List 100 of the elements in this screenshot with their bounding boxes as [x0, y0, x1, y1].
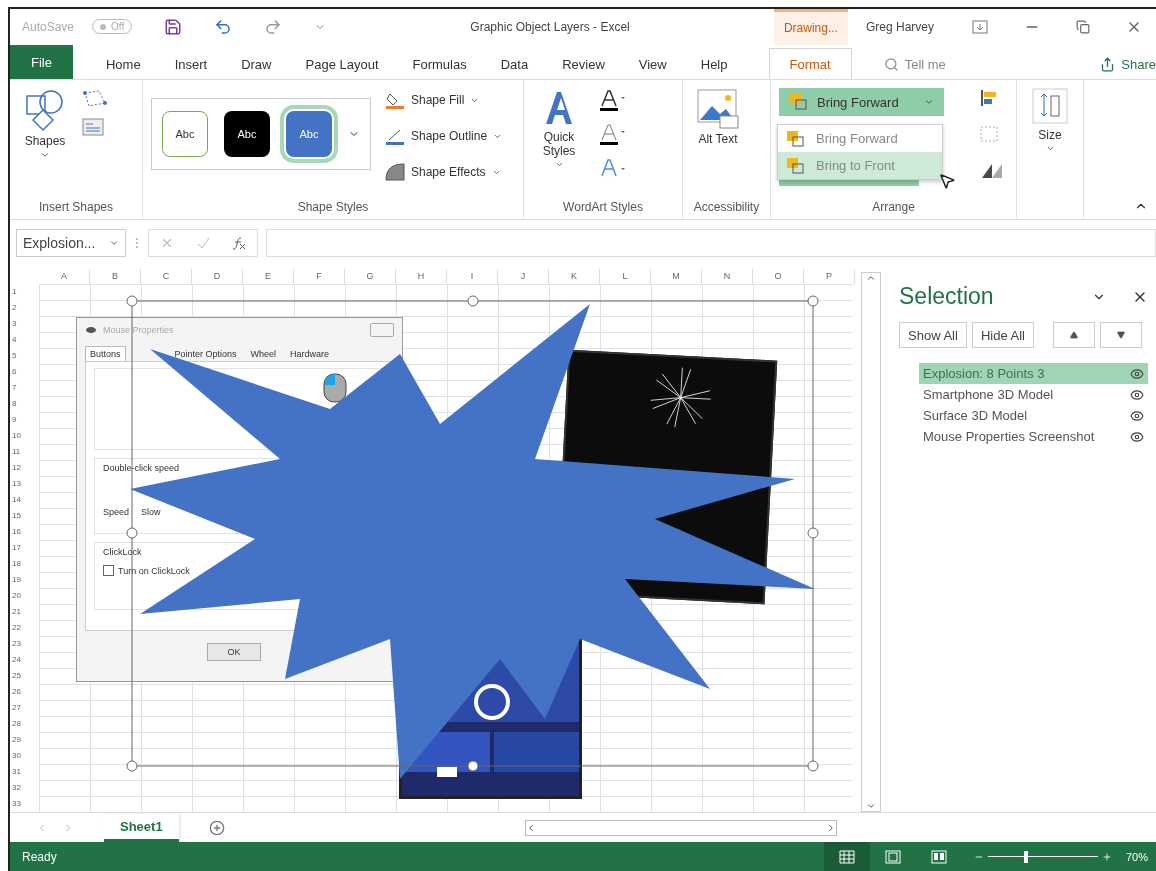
row-header[interactable]: 21	[10, 604, 39, 621]
row-header[interactable]: 16	[10, 524, 39, 541]
column-header[interactable]: G	[345, 269, 396, 285]
share-button[interactable]: Share	[1100, 49, 1156, 80]
quick-styles-button[interactable]: Quick Styles	[532, 88, 586, 170]
shape-command[interactable]: Shape Effects	[385, 160, 503, 185]
ribbon-display-icon[interactable]	[972, 19, 988, 34]
column-header[interactable]: N	[702, 269, 753, 285]
shape-command[interactable]: Shape Fill	[385, 88, 503, 113]
menu-item[interactable]: Bring Forward	[778, 125, 942, 153]
eye-icon[interactable]	[1130, 387, 1144, 402]
row-header[interactable]: 19	[10, 572, 39, 589]
vertical-scrollbar[interactable]	[861, 272, 881, 813]
hide-all-button[interactable]: Hide All	[971, 322, 1034, 349]
row-header[interactable]: 17	[10, 540, 39, 557]
row-header[interactable]: 1	[10, 284, 39, 301]
size-button[interactable]: Size	[1025, 88, 1075, 154]
shape-style-swatch[interactable]: Abc	[224, 111, 270, 158]
eye-icon[interactable]	[1130, 429, 1144, 444]
column-header[interactable]: E	[243, 269, 294, 285]
column-header[interactable]: L	[600, 269, 651, 285]
ribbon-tab[interactable]: Format	[768, 48, 852, 80]
row-header[interactable]: 26	[10, 684, 39, 701]
edit-shape-icon[interactable]	[82, 88, 108, 109]
column-header[interactable]: I	[447, 269, 498, 285]
column-header[interactable]: F	[294, 269, 345, 285]
ribbon-tab[interactable]: File	[10, 45, 73, 80]
horizontal-scrollbar[interactable]	[524, 819, 837, 836]
row-header[interactable]: 30	[10, 748, 39, 765]
row-header[interactable]: 10	[10, 428, 39, 445]
row-header[interactable]: 5	[10, 348, 39, 365]
selection-item[interactable]: Surface 3D Model	[919, 405, 1148, 427]
column-header[interactable]: K	[549, 269, 600, 285]
dialog-tab[interactable]: Pointer Options	[169, 346, 242, 362]
sheet-tab[interactable]: Sheet1	[104, 813, 179, 842]
name-box[interactable]: Explosion...	[16, 229, 126, 258]
column-header[interactable]: A	[39, 269, 90, 285]
zoom-in-icon[interactable]	[1101, 851, 1112, 862]
alt-text-button[interactable]: Alt Text	[691, 88, 745, 147]
row-header[interactable]: 28	[10, 716, 39, 733]
ok-button[interactable]: OK	[207, 643, 261, 662]
row-header[interactable]: 29	[10, 732, 39, 749]
row-header[interactable]: 8	[10, 396, 39, 413]
view-button[interactable]	[823, 842, 870, 871]
tell-me-field[interactable]: Tell me	[883, 49, 946, 80]
eye-icon[interactable]	[1130, 366, 1144, 381]
dialog-tab[interactable]: Hardware	[285, 346, 335, 362]
show-all-button[interactable]: Show All	[899, 322, 967, 349]
column-header[interactable]: J	[498, 269, 549, 285]
row-header[interactable]: 2	[10, 300, 39, 317]
add-sheet-icon[interactable]	[208, 819, 225, 836]
row-header[interactable]: 25	[10, 668, 39, 685]
formula-input[interactable]	[266, 229, 1156, 258]
undo-icon[interactable]	[214, 17, 233, 36]
row-header[interactable]: 33	[10, 796, 39, 813]
check-icon[interactable]	[196, 236, 210, 251]
shape-style-swatch[interactable]: Abc	[162, 111, 208, 158]
column-header[interactable]: D	[192, 269, 243, 285]
row-header[interactable]: 24	[10, 652, 39, 669]
row-header[interactable]: 3	[10, 316, 39, 333]
row-header[interactable]: 18	[10, 556, 39, 573]
eye-icon[interactable]	[1130, 408, 1144, 423]
column-header[interactable]: C	[141, 269, 192, 285]
bring-forward-button[interactable]: Bring Forward	[779, 88, 944, 117]
row-header[interactable]: 9	[10, 412, 39, 429]
selection-item[interactable]: Mouse Properties Screenshot	[919, 426, 1148, 448]
redo-icon[interactable]	[264, 17, 283, 36]
zoom-thumb[interactable]	[1024, 850, 1029, 863]
selection-item[interactable]: Explosion: 8 Points 3	[919, 363, 1148, 385]
row-header[interactable]: 31	[10, 764, 39, 781]
column-header[interactable]: O	[753, 269, 804, 285]
column-header[interactable]: M	[651, 269, 702, 285]
save-icon[interactable]	[164, 17, 183, 36]
move-down-button[interactable]	[1099, 322, 1142, 349]
row-header[interactable]: 32	[10, 780, 39, 797]
column-header[interactable]: P	[804, 269, 855, 285]
row-header[interactable]: 6	[10, 364, 39, 381]
column-header[interactable]: H	[396, 269, 447, 285]
row-header[interactable]: 12	[10, 460, 39, 477]
row-header[interactable]: 23	[10, 636, 39, 653]
row-header[interactable]: 14	[10, 492, 39, 509]
column-header[interactable]: B	[90, 269, 141, 285]
row-header[interactable]: 20	[10, 588, 39, 605]
restore-icon[interactable]	[1076, 19, 1090, 34]
row-header[interactable]: 4	[10, 332, 39, 349]
row-header[interactable]: 13	[10, 476, 39, 493]
row-header[interactable]: 11	[10, 444, 39, 461]
dialog-tab[interactable]: Wheel	[245, 346, 282, 362]
move-up-button[interactable]	[1052, 322, 1095, 349]
row-header[interactable]: 27	[10, 700, 39, 717]
row-header[interactable]: 7	[10, 380, 39, 397]
shape-command[interactable]: Shape Outline	[385, 124, 503, 149]
row-header[interactable]: 22	[10, 620, 39, 637]
shapes-button[interactable]: Shapes	[18, 88, 72, 161]
selection-item[interactable]: Smartphone 3D Model	[919, 384, 1148, 406]
checkbox[interactable]	[103, 565, 114, 577]
dialog-tab[interactable]: Buttons	[85, 346, 126, 362]
row-header[interactable]: 15	[10, 508, 39, 525]
zoom-level[interactable]: 70%	[1115, 850, 1148, 863]
function-icon[interactable]	[232, 236, 246, 251]
